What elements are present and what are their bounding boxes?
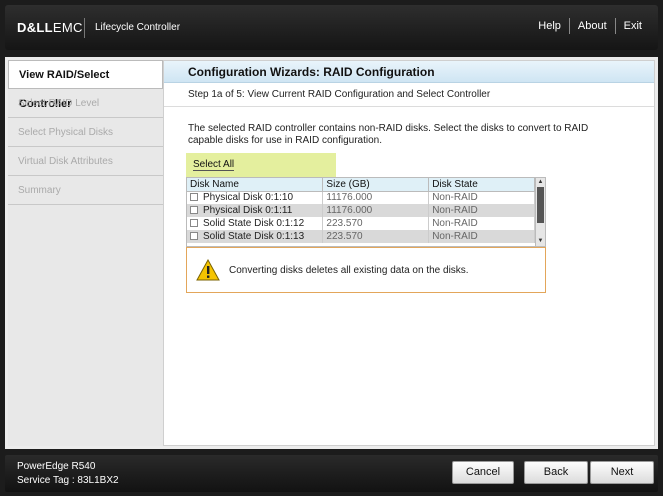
system-info: PowerEdge R540 Service Tag : 83L1BX2 <box>17 460 119 488</box>
column-header-disk-state[interactable]: Disk State <box>428 178 535 192</box>
disk-name: Physical Disk 0:1:11 <box>203 205 293 216</box>
server-model: PowerEdge R540 <box>17 461 96 472</box>
disk-checkbox[interactable] <box>190 232 198 240</box>
sidebar-step-summary: Summary <box>8 176 163 205</box>
disk-size: 223.570 <box>322 230 430 243</box>
disk-table: Disk Name Size (GB) Disk State Physical … <box>186 177 546 247</box>
disk-state: Non-RAID <box>428 230 535 243</box>
column-header-size[interactable]: Size (GB) <box>322 178 430 192</box>
scroll-thumb[interactable] <box>537 187 544 223</box>
main-frame: View RAID/Select Controller Select RAID … <box>5 57 658 449</box>
back-button[interactable]: Back <box>524 461 588 484</box>
cancel-button[interactable]: Cancel <box>452 461 514 484</box>
exit-link[interactable]: Exit <box>616 20 650 32</box>
disk-size: 11176.000 <box>322 191 430 204</box>
page-title: Configuration Wizards: RAID Configuratio… <box>164 61 654 83</box>
table-row[interactable]: Physical Disk 0:1:10 11176.000 Non-RAID <box>187 191 535 204</box>
disk-name: Physical Disk 0:1:10 <box>203 192 294 204</box>
description-text: The selected RAID controller contains no… <box>188 123 589 146</box>
wizard-sidebar: View RAID/Select Controller Select RAID … <box>8 60 164 446</box>
disk-state: Non-RAID <box>428 217 535 230</box>
table-header-row: Disk Name Size (GB) Disk State <box>187 178 535 192</box>
disk-checkbox[interactable] <box>190 193 198 202</box>
disk-checkbox[interactable] <box>190 206 198 214</box>
sidebar-step-physical-disks: Select Physical Disks <box>8 118 163 147</box>
warning-message: Converting disks deletes all existing da… <box>229 265 469 276</box>
content-panel: Configuration Wizards: RAID Configuratio… <box>163 60 655 446</box>
sidebar-step-virtual-disk-attributes: Virtual Disk Attributes <box>8 147 163 176</box>
logo-emc: EMC <box>52 20 83 35</box>
disk-name: Solid State Disk 0:1:12 <box>203 218 305 229</box>
next-button[interactable]: Next <box>590 461 654 484</box>
sidebar-step-raid-level: Select RAID Level <box>8 89 163 118</box>
logo-divider <box>84 18 85 38</box>
scroll-up-icon[interactable]: ▲ <box>536 178 545 187</box>
service-tag: Service Tag : 83L1BX2 <box>17 475 119 486</box>
column-header-disk-name[interactable]: Disk Name <box>187 178 324 192</box>
dell-emc-logo: D&LLEMC <box>17 20 83 35</box>
step-subtitle: Step 1a of 5: View Current RAID Configur… <box>164 83 654 107</box>
disk-state: Non-RAID <box>428 191 535 204</box>
table-row[interactable]: Physical Disk 0:1:11 11176.000 Non-RAID <box>187 204 535 217</box>
select-all-label: Select All <box>193 159 235 171</box>
app-header: D&LLEMC Lifecycle Controller Help About … <box>5 5 658 50</box>
app-footer: PowerEdge R540 Service Tag : 83L1BX2 Can… <box>5 455 658 492</box>
table-scrollbar[interactable]: ▲ ▼ <box>535 178 545 246</box>
disk-size: 223.570 <box>322 217 430 230</box>
table-row[interactable]: Solid State Disk 0:1:12 223.570 Non-RAID <box>187 217 535 230</box>
warning-box: Converting disks deletes all existing da… <box>186 247 546 293</box>
select-all-button[interactable]: Select All <box>186 153 336 177</box>
sidebar-step-view-raid[interactable]: View RAID/Select Controller <box>8 60 163 110</box>
warning-icon <box>196 259 220 281</box>
disk-checkbox[interactable] <box>190 219 198 227</box>
scroll-down-icon[interactable]: ▼ <box>536 237 545 246</box>
help-link[interactable]: Help <box>530 20 569 32</box>
about-link[interactable]: About <box>570 20 615 32</box>
header-nav: Help About Exit <box>530 18 650 34</box>
disk-size: 11176.000 <box>322 204 430 217</box>
product-name: Lifecycle Controller <box>95 22 181 33</box>
disk-state: Non-RAID <box>428 204 535 217</box>
table-row[interactable]: Solid State Disk 0:1:13 223.570 Non-RAID <box>187 230 535 243</box>
logo-dell: D&LL <box>17 20 53 35</box>
disk-name: Solid State Disk 0:1:13 <box>203 231 305 242</box>
